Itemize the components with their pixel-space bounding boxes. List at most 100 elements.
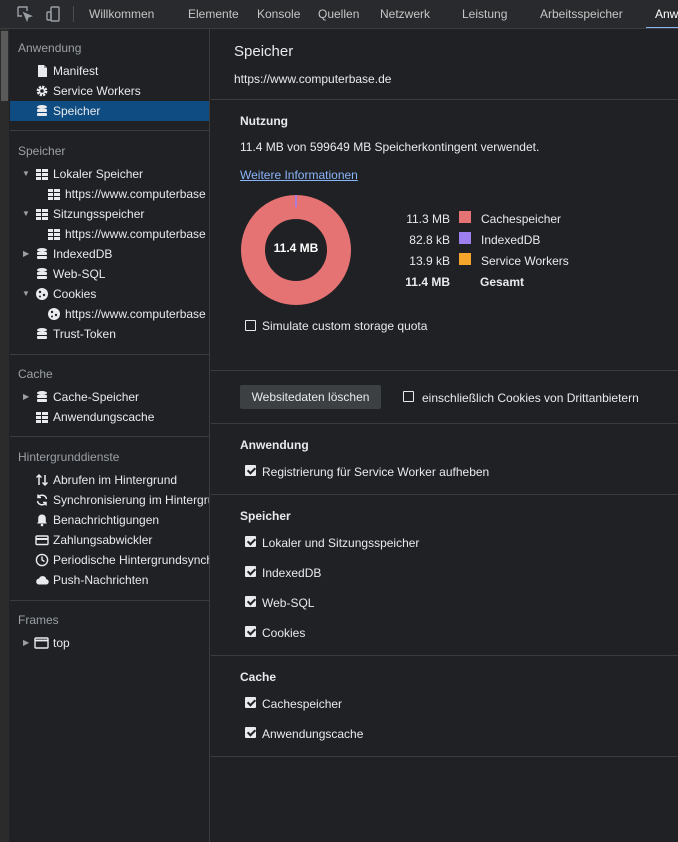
tab-willkommen[interactable]: Willkommen (80, 0, 163, 28)
sidebar-item-label: Synchronisierung im Hintergrund (53, 493, 209, 507)
sidebar-item-label: Service Workers (53, 84, 141, 98)
tab-elemente[interactable]: Elemente (179, 0, 248, 28)
tab-leistung[interactable]: Leistung (453, 0, 516, 28)
more-info-link[interactable]: Weitere Informationen (240, 168, 358, 182)
sidebar-item-session-storage[interactable]: ▼ Sitzungsspeicher (10, 204, 209, 224)
sidebar-item-label: Speicher (53, 104, 101, 118)
cache-storage-checkbox[interactable] (245, 697, 256, 708)
sidebar-item-label: https://www.computerbase (65, 227, 206, 241)
sidebar-item-manifest[interactable]: Manifest (10, 61, 209, 81)
sidebar-item-background-sync[interactable]: Synchronisierung im Hintergrund (10, 490, 209, 510)
unregister-service-worker-checkbox[interactable] (245, 465, 256, 476)
section-divider (211, 370, 678, 371)
legend-value-service-workers: 13.9 kB (409, 254, 450, 268)
tab-arbeitsspeicher[interactable]: Arbeitsspeicher (531, 0, 632, 28)
section-header-anwendung: Anwendung (18, 41, 82, 55)
collapsed-arrow-icon[interactable]: ▶ (23, 244, 33, 264)
sidebar-divider (10, 354, 209, 355)
tab-anwendung[interactable]: Anw (646, 0, 678, 28)
sidebar-item-label: Zahlungsabwickler (53, 533, 153, 547)
sidebar-item-payment-handler[interactable]: Zahlungsabwickler (10, 530, 209, 550)
application-sidebar: Anwendung Manifest Service Workers Speic… (0, 29, 210, 842)
sidebar-scrollbar[interactable] (0, 29, 9, 842)
collapsed-arrow-icon[interactable]: ▶ (23, 633, 33, 653)
sidebar-item-periodic-sync[interactable]: Periodische Hintergrundsynchronisierung (10, 550, 209, 570)
tab-netzwerk[interactable]: Netzwerk (371, 0, 439, 28)
section-header-cache: Cache (18, 367, 53, 381)
gear-icon (35, 84, 49, 98)
web-sql-label: Web-SQL (262, 596, 315, 610)
sidebar-item-label: Manifest (53, 64, 99, 78)
legend-value-indexeddb: 82.8 kB (409, 233, 450, 247)
storage-panel: Speicher https://www.computerbase.de Nut… (211, 29, 678, 842)
sidebar-item-notifications[interactable]: Benachrichtigungen (10, 510, 209, 530)
sidebar-item-label: Benachrichtigungen (53, 513, 160, 527)
simulate-quota-label: Simulate custom storage quota (262, 319, 428, 333)
expand-arrow-icon[interactable]: ▼ (22, 284, 32, 304)
collapsed-arrow-icon[interactable]: ▶ (23, 387, 33, 407)
tab-konsole[interactable]: Konsole (248, 0, 309, 28)
section-header-frames: Frames (18, 613, 59, 627)
section-divider (211, 756, 678, 757)
clock-icon (35, 553, 49, 567)
device-toolbar-icon[interactable] (45, 5, 63, 23)
toolbar-separator (73, 6, 74, 22)
sidebar-item-service-workers[interactable]: Service Workers (10, 81, 209, 101)
local-session-storage-checkbox[interactable] (245, 536, 256, 547)
database-icon (35, 390, 49, 404)
sidebar-item-session-storage-origin[interactable]: https://www.computerbase (10, 224, 209, 244)
section-divider (211, 655, 678, 656)
expand-arrow-icon[interactable]: ▼ (22, 204, 32, 224)
database-icon (35, 104, 49, 118)
cookies-label: Cookies (262, 626, 306, 640)
web-sql-checkbox[interactable] (245, 596, 256, 607)
sidebar-item-local-storage-origin[interactable]: https://www.computerbase (10, 184, 209, 204)
legend-total-label: Gesamt (480, 275, 525, 289)
clear-site-data-button[interactable]: Websitedaten löschen (240, 385, 381, 409)
sidebar-item-label: https://www.computerbase (65, 307, 206, 321)
section-divider (211, 99, 678, 100)
sidebar-item-local-storage[interactable]: ▼ Lokaler Speicher (10, 164, 209, 184)
sidebar-scrollbar-thumb[interactable] (1, 31, 8, 101)
inspect-element-icon[interactable] (16, 5, 34, 23)
sidebar-item-indexeddb[interactable]: ▶ IndexedDB (10, 244, 209, 264)
legend-value-cachespeicher: 11.3 MB (406, 212, 450, 226)
devtools-tab-bar: Willkommen Elemente Konsole Quellen Netz… (0, 0, 678, 29)
cookie-icon (47, 307, 61, 321)
sidebar-item-application-cache[interactable]: Anwendungscache (10, 407, 209, 427)
table-icon (47, 187, 61, 201)
legend-swatch-cachespeicher (459, 211, 471, 223)
simulate-quota-checkbox[interactable] (245, 320, 256, 331)
sidebar-item-label: Trust-Token (53, 327, 116, 341)
application-cache-checkbox[interactable] (245, 727, 256, 738)
frame-window-icon (34, 636, 49, 650)
sidebar-item-cache-storage[interactable]: ▶ Cache-Speicher (10, 387, 209, 407)
origin-url: https://www.computerbase.de (234, 72, 392, 86)
local-session-storage-label: Lokaler und Sitzungsspeicher (262, 536, 420, 550)
sidebar-divider (10, 130, 209, 131)
expand-arrow-icon[interactable]: ▼ (22, 164, 32, 184)
sidebar-item-trust-token[interactable]: Trust-Token (10, 324, 209, 344)
sidebar-item-speicher[interactable]: Speicher (10, 101, 209, 121)
tab-quellen[interactable]: Quellen (309, 0, 368, 28)
legend-swatch-indexeddb (459, 232, 471, 244)
sidebar-item-web-sql[interactable]: Web-SQL (10, 264, 209, 284)
sidebar-item-frame-top[interactable]: ▶ top (10, 633, 209, 653)
sidebar-item-label: Web-SQL (53, 267, 106, 281)
table-icon (35, 207, 49, 221)
sidebar-item-cookies[interactable]: ▼ Cookies (10, 284, 209, 304)
cookies-checkbox[interactable] (245, 626, 256, 637)
indexeddb-label: IndexedDB (262, 566, 322, 580)
sidebar-item-cookies-origin[interactable]: https://www.computerbase (10, 304, 209, 324)
table-icon (47, 227, 61, 241)
indexeddb-checkbox[interactable] (245, 566, 256, 577)
cache-storage-label: Cachespeicher (262, 697, 343, 711)
section-divider (211, 423, 678, 424)
sidebar-item-push-messages[interactable]: Push-Nachrichten (10, 570, 209, 590)
cloud-icon (35, 573, 49, 587)
sidebar-item-background-fetch[interactable]: Abrufen im Hintergrund (10, 470, 209, 490)
credit-card-icon (35, 533, 49, 547)
include-third-party-cookies-checkbox[interactable] (403, 391, 414, 402)
legend-label-service-workers: Service Workers (481, 254, 569, 268)
cookie-icon (35, 287, 49, 301)
